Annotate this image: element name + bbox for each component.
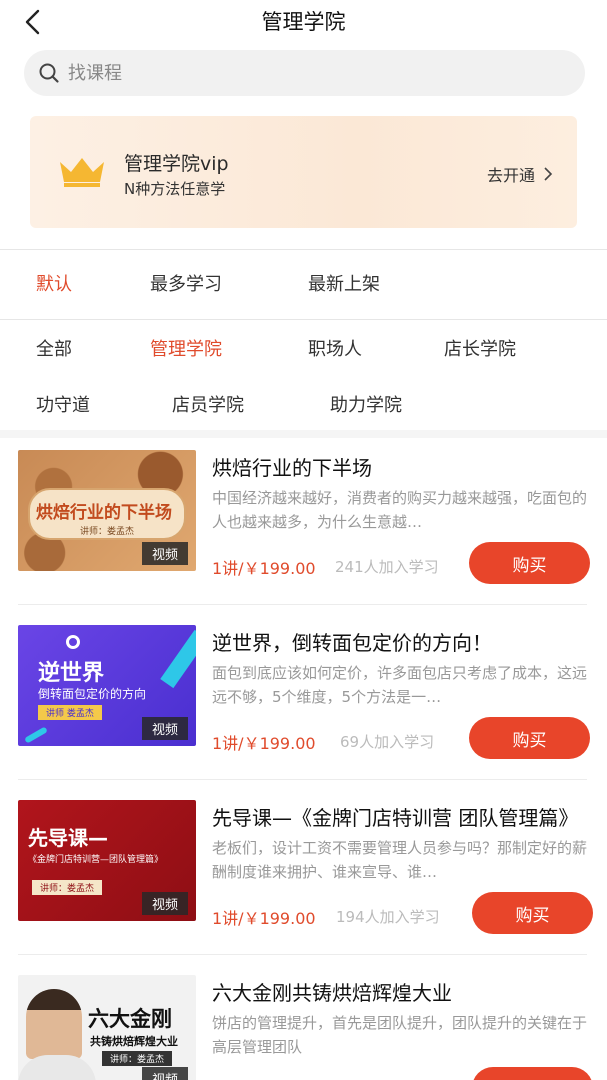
divider <box>0 249 607 250</box>
category-gongshoudao[interactable]: 功守道 <box>36 391 90 417</box>
thumb-teacher: 讲师：娄孟杰 <box>80 527 135 537</box>
course-item[interactable]: 先导课— 《金牌门店特训营—团队管理篇》 讲师：娄孟杰 视频 先导课—《金牌门店… <box>0 780 607 955</box>
crown-icon <box>60 158 104 187</box>
search-bar[interactable] <box>24 50 585 96</box>
course-item[interactable]: 烘焙行业的下半场 讲师：娄孟杰 视频 烘焙行业的下半场 中国经济越来越好，消费者… <box>0 430 607 605</box>
thumb-title: 六大金刚 <box>88 1007 172 1031</box>
category-workplace[interactable]: 职场人 <box>308 335 362 361</box>
thumb-title: 先导课— <box>28 826 108 850</box>
thumb-subtitle: 《金牌门店特训营—团队管理篇》 <box>28 855 164 865</box>
vip-subtitle: N种方法任意学 <box>124 180 226 198</box>
video-tag: 视频 <box>141 717 188 740</box>
course-thumbnail: 烘焙行业的下半场 讲师：娄孟杰 视频 <box>18 450 196 571</box>
category-assist[interactable]: 助力学院 <box>330 391 402 417</box>
course-title: 烘焙行业的下半场 <box>212 456 372 480</box>
video-tag: 视频 <box>141 1067 188 1080</box>
category-management[interactable]: 管理学院 <box>150 335 222 361</box>
buy-button[interactable]: 购买 <box>472 1067 593 1080</box>
sort-tabs: 默认 最多学习 最新上架 <box>0 270 607 300</box>
course-item[interactable]: 六大金刚 共铸烘焙辉煌大业 讲师：娄孟杰 视频 六大金刚共铸烘焙辉煌大业 饼店的… <box>0 955 607 1080</box>
course-description: 面包到底应该如何定价，许多面包店只考虑了成本，这远远不够，5个维度，5个方法是一… <box>212 664 587 706</box>
vip-activate-link[interactable]: 去开通 <box>487 162 553 186</box>
thumb-subtitle: 倒转面包定价的方向 <box>38 687 147 701</box>
course-learner-count: 241人加入学习 <box>335 558 439 576</box>
header: 管理学院 <box>0 0 607 44</box>
sort-tab-newest[interactable]: 最新上架 <box>308 270 380 296</box>
thumb-title: 逆世界 <box>38 661 105 686</box>
video-tag: 视频 <box>141 892 188 915</box>
course-description: 中国经济越来越好，消费者的购买力越来越强，吃面包的人也越来越多，为什么生意越… <box>212 489 587 531</box>
course-title: 六大金刚共铸烘焙辉煌大业 <box>212 981 452 1005</box>
thumb-teacher: 讲师 娄孟杰 <box>38 705 102 720</box>
course-thumbnail: 先导课— 《金牌门店特训营—团队管理篇》 讲师：娄孟杰 视频 <box>18 800 196 921</box>
vip-cta-label: 去开通 <box>486 166 535 185</box>
course-price: 1讲/￥199.00 <box>212 559 316 578</box>
thumb-title: 烘焙行业的下半场 <box>36 503 172 523</box>
video-tag: 视频 <box>141 542 188 565</box>
vip-title: 管理学院vip <box>124 153 229 175</box>
page-title: 管理学院 <box>261 10 346 34</box>
category-staff[interactable]: 店员学院 <box>172 391 244 417</box>
course-title: 先导课—《金牌门店特训营 团队管理篇》 <box>212 806 579 830</box>
course-description: 饼店的管理提升，首先是团队提升，团队提升的关键在于高层管理团队 <box>212 1014 587 1056</box>
course-price: 1讲/￥199.00 <box>212 734 316 753</box>
course-title: 逆世界，倒转面包定价的方向！ <box>212 631 492 655</box>
course-learner-count: 69人加入学习 <box>340 733 435 751</box>
buy-button[interactable]: 购买 <box>472 892 593 934</box>
thumb-subtitle: 共铸烘焙辉煌大业 <box>90 1035 178 1048</box>
course-price: 1讲/￥199.00 <box>212 909 316 928</box>
divider <box>0 319 607 320</box>
course-thumbnail: 逆世界 倒转面包定价的方向 讲师 娄孟杰 视频 <box>18 625 196 746</box>
sort-tab-most-learned[interactable]: 最多学习 <box>150 270 222 296</box>
category-all[interactable]: 全部 <box>36 335 72 361</box>
thumb-teacher: 讲师：娄孟杰 <box>102 1051 173 1066</box>
course-description: 老板们，设计工资不需要管理人员参与吗？那制定好的薪酬制度谁来拥护、谁来宣导、谁… <box>212 839 587 881</box>
buy-button[interactable]: 购买 <box>469 542 590 584</box>
course-item[interactable]: 逆世界 倒转面包定价的方向 讲师 娄孟杰 视频 逆世界，倒转面包定价的方向！ 面… <box>0 605 607 780</box>
lecturer-photo <box>26 989 82 1059</box>
sort-tab-default[interactable]: 默认 <box>36 270 72 296</box>
search-icon <box>39 63 59 83</box>
chevron-right-icon <box>544 167 553 181</box>
vip-banner[interactable]: 管理学院vip N种方法任意学 去开通 <box>30 116 577 228</box>
buy-button[interactable]: 购买 <box>469 717 590 759</box>
course-thumbnail: 六大金刚 共铸烘焙辉煌大业 讲师：娄孟杰 视频 <box>18 975 196 1080</box>
thumb-teacher: 讲师：娄孟杰 <box>32 880 103 895</box>
search-input[interactable] <box>68 62 548 84</box>
category-store-manager[interactable]: 店长学院 <box>444 335 516 361</box>
course-learner-count: 194人加入学习 <box>336 908 440 926</box>
